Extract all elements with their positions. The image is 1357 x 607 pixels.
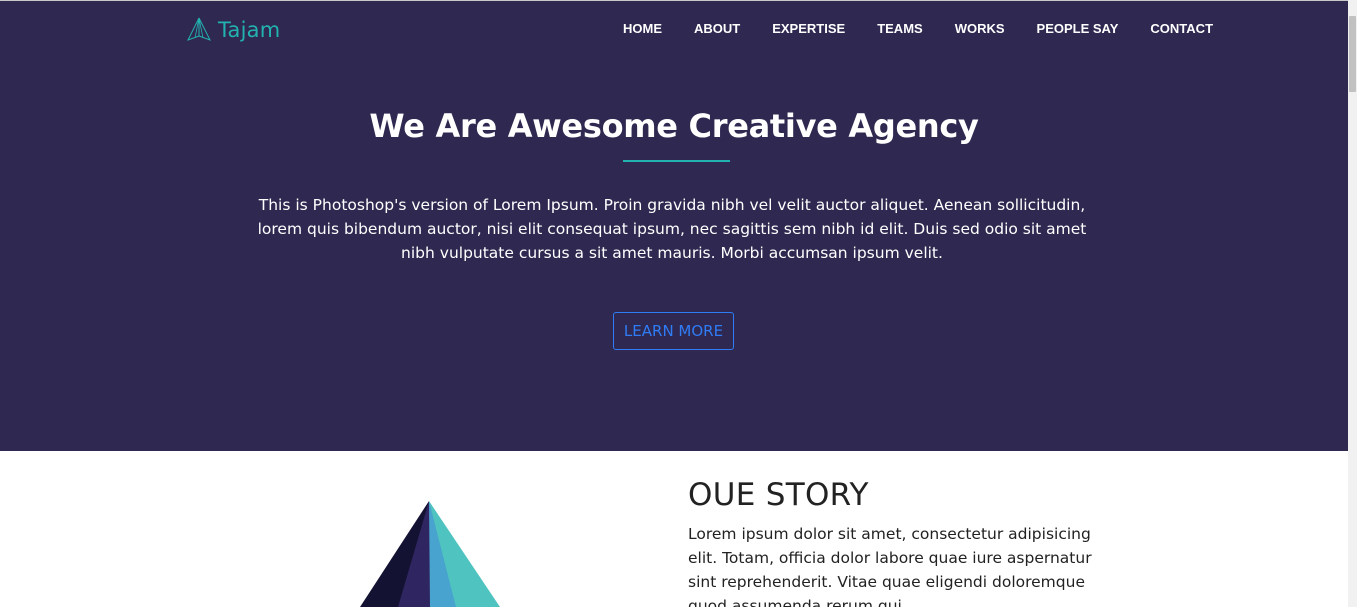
nav-link-expertise[interactable]: EXPERTISE — [772, 21, 845, 36]
nav-link-about[interactable]: ABOUT — [694, 21, 740, 36]
learn-more-button[interactable]: LEARN MORE — [613, 312, 734, 350]
pyramid-illustration-icon — [360, 501, 500, 607]
story-section: OUE STORY Lorem ipsum dolor sit amet, co… — [0, 451, 1348, 607]
nav-link-people-say[interactable]: PEOPLE SAY — [1037, 21, 1119, 36]
nav-item-about: ABOUT — [694, 21, 740, 36]
page-scrollbar[interactable] — [1348, 0, 1357, 607]
story-text: Lorem ipsum dolor sit amet, consectetur … — [688, 525, 1092, 607]
pyramid-outline-icon — [186, 17, 212, 41]
nav-menu: HOME ABOUT EXPERTISE TEAMS WORKS PEOPLE … — [623, 21, 1213, 36]
scrollbar-thumb[interactable] — [1349, 16, 1356, 92]
navbar: Tajam HOME ABOUT EXPERTISE TEAMS WORKS P… — [0, 1, 1348, 59]
page: Tajam HOME ABOUT EXPERTISE TEAMS WORKS P… — [0, 0, 1357, 607]
hero-description: This is Photoshop's version of Lorem Ips… — [257, 196, 1087, 262]
nav-item-contact: CONTACT — [1150, 21, 1213, 36]
brand-logo-link[interactable]: Tajam — [186, 15, 280, 45]
hero-title-underline — [623, 160, 730, 162]
nav-link-home[interactable]: HOME — [623, 21, 662, 36]
nav-item-home: HOME — [623, 21, 662, 36]
nav-link-works[interactable]: WORKS — [955, 21, 1005, 36]
hero-section: Tajam HOME ABOUT EXPERTISE TEAMS WORKS P… — [0, 0, 1348, 451]
brand-name: Tajam — [218, 18, 281, 42]
nav-item-works: WORKS — [955, 21, 1005, 36]
nav-item-people-say: PEOPLE SAY — [1037, 21, 1119, 36]
nav-item-teams: TEAMS — [877, 21, 923, 36]
nav-link-contact[interactable]: CONTACT — [1150, 21, 1213, 36]
story-title: OUE STORY — [688, 477, 869, 513]
nav-link-teams[interactable]: TEAMS — [877, 21, 923, 36]
hero-title: We Are Awesome Creative Agency — [369, 107, 979, 145]
nav-item-expertise: EXPERTISE — [772, 21, 845, 36]
